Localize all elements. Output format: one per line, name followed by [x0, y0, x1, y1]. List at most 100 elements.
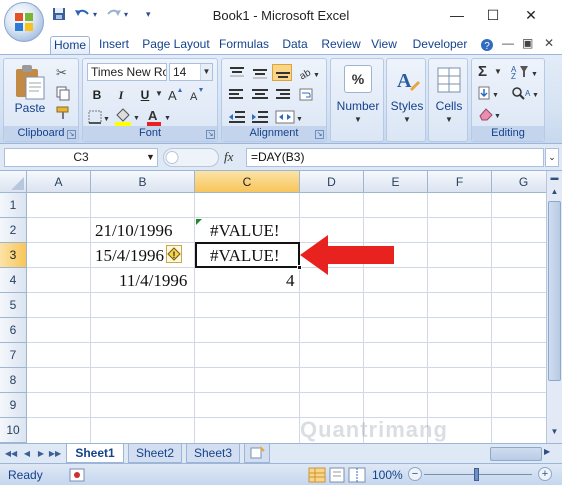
ribbon-close-icon[interactable]: ✕	[544, 36, 554, 50]
row-header-10[interactable]: 10	[0, 418, 27, 443]
fill-icon[interactable]: ▼	[477, 85, 505, 101]
column-header-d[interactable]: D	[300, 171, 364, 193]
insert-function-button[interactable]: fx	[224, 149, 233, 165]
insert-sheet-button[interactable]	[244, 444, 270, 463]
sheet-tab-sheet2[interactable]: Sheet2	[128, 444, 182, 463]
column-header-c[interactable]: C	[195, 171, 300, 193]
cells-group[interactable]: Cells ▼	[428, 58, 468, 142]
first-sheet-icon[interactable]: ◀◀	[4, 447, 18, 461]
ribbon-restore-icon[interactable]: ▣	[522, 36, 533, 50]
italic-button[interactable]: I	[111, 86, 131, 104]
zoom-slider-thumb[interactable]	[474, 468, 479, 481]
redo-icon[interactable]	[104, 7, 122, 23]
merge-center-icon[interactable]: ▼	[274, 109, 304, 125]
column-header-a[interactable]: A	[27, 171, 91, 193]
fill-color-icon[interactable]: ▼	[113, 107, 141, 127]
column-header-e[interactable]: E	[364, 171, 428, 193]
cell-c4[interactable]: 4	[286, 268, 295, 293]
next-sheet-icon[interactable]: ▶	[34, 447, 48, 461]
increase-indent-icon[interactable]	[250, 109, 270, 125]
row-header-3[interactable]: 3	[0, 243, 27, 268]
name-box-dropdown-icon[interactable]: ▼	[146, 148, 155, 167]
align-bottom-icon[interactable]	[272, 64, 292, 81]
font-color-icon[interactable]: A ▼	[145, 107, 173, 127]
cell-b4[interactable]: 11/4/1996	[119, 268, 187, 293]
tab-home[interactable]: Home	[50, 36, 90, 54]
sort-filter-icon[interactable]: AZ ▼	[510, 64, 540, 80]
format-painter-icon[interactable]	[55, 105, 71, 121]
column-header-g[interactable]: G	[492, 171, 546, 193]
cell-b2[interactable]: 21/10/1996	[95, 218, 172, 243]
autosum-dropdown-icon[interactable]: ▼	[494, 67, 502, 76]
column-header-b[interactable]: B	[91, 171, 195, 193]
row-header-5[interactable]: 5	[0, 293, 27, 318]
tab-formulas[interactable]: Formulas	[216, 36, 272, 54]
horizontal-scroll-thumb[interactable]	[490, 447, 542, 461]
undo-icon[interactable]	[74, 7, 92, 23]
normal-view-icon[interactable]	[308, 467, 326, 483]
expand-formula-bar-icon[interactable]: ⌄	[545, 148, 559, 167]
row-header-9[interactable]: 9	[0, 393, 27, 418]
tab-insert[interactable]: Insert	[94, 36, 134, 54]
tab-view[interactable]: View	[368, 36, 400, 54]
cell-c2[interactable]: #VALUE!	[210, 218, 280, 243]
page-break-view-icon[interactable]	[348, 467, 366, 483]
styles-group[interactable]: A Styles ▼	[386, 58, 426, 142]
paste-button[interactable]: Paste	[10, 101, 50, 115]
zoom-level[interactable]: 100%	[372, 468, 403, 482]
scroll-right-icon[interactable]: ▶	[544, 447, 550, 456]
paste-icon[interactable]	[12, 63, 48, 101]
vertical-scroll-thumb[interactable]	[548, 201, 561, 381]
borders-icon[interactable]: ▼	[87, 109, 109, 127]
zoom-out-icon[interactable]: −	[408, 467, 422, 481]
tab-review[interactable]: Review	[318, 36, 364, 54]
font-size-combo[interactable]: 14 ▼	[169, 63, 213, 81]
clipboard-launcher-icon[interactable]: ↘	[67, 130, 76, 139]
bold-button[interactable]: B	[87, 86, 107, 104]
underline-button[interactable]: U	[135, 86, 155, 104]
align-top-icon[interactable]	[227, 65, 247, 81]
office-button[interactable]	[4, 2, 44, 42]
wrap-text-icon[interactable]	[298, 87, 322, 103]
last-sheet-icon[interactable]: ▶▶	[48, 447, 62, 461]
worksheet-grid[interactable]: A B C D E F G 1 2 3 4 5 6 7 8 9 10 21/10…	[0, 171, 546, 443]
alignment-launcher-icon[interactable]: ↘	[315, 130, 324, 139]
shrink-font-icon[interactable]: A	[189, 87, 205, 103]
row-header-8[interactable]: 8	[0, 368, 27, 393]
autosum-icon[interactable]: Σ	[478, 63, 487, 80]
font-launcher-icon[interactable]: ↘	[206, 130, 215, 139]
scroll-up-icon[interactable]: ▲	[548, 185, 561, 199]
find-select-icon[interactable]: A ▼	[510, 85, 540, 101]
align-middle-icon[interactable]	[250, 65, 270, 81]
tab-page-layout[interactable]: Page Layout	[140, 36, 212, 54]
save-icon[interactable]	[52, 7, 66, 23]
clear-icon[interactable]: ▼	[477, 106, 505, 122]
font-name-combo[interactable]: Times New Ro	[87, 63, 167, 81]
tab-developer[interactable]: Developer	[408, 36, 472, 54]
align-left-icon[interactable]	[227, 87, 247, 103]
cell-b3[interactable]: 15/4/1996	[95, 243, 165, 268]
cut-icon[interactable]: ✂	[56, 65, 67, 81]
scroll-split-icon[interactable]: ▬	[548, 173, 561, 183]
row-header-2[interactable]: 2	[0, 218, 27, 243]
formula-splitter-icon[interactable]	[163, 148, 219, 167]
zoom-in-icon[interactable]: +	[538, 467, 552, 481]
name-box[interactable]: C3	[4, 148, 158, 167]
column-header-f[interactable]: F	[428, 171, 492, 193]
row-header-4[interactable]: 4	[0, 268, 27, 293]
undo-dropdown-icon[interactable]: ▾	[93, 10, 97, 26]
minimize-button[interactable]: —	[440, 4, 474, 26]
vertical-scrollbar[interactable]: ▬ ▲ ▼	[546, 171, 562, 443]
customize-qat-icon[interactable]: ▾	[146, 9, 151, 25]
prev-sheet-icon[interactable]: ◀	[20, 447, 34, 461]
help-icon[interactable]: ?	[480, 38, 494, 55]
sheet-tab-sheet3[interactable]: Sheet3	[186, 444, 240, 463]
orientation-icon[interactable]: ab ▼	[298, 65, 322, 81]
copy-icon[interactable]	[55, 85, 71, 101]
grow-font-icon[interactable]: A	[167, 87, 183, 103]
ribbon-minimize-icon[interactable]: —	[502, 36, 514, 50]
row-header-6[interactable]: 6	[0, 318, 27, 343]
number-group[interactable]: % Number ▼	[330, 58, 384, 142]
row-header-1[interactable]: 1	[0, 193, 27, 218]
macro-record-icon[interactable]	[68, 467, 88, 483]
